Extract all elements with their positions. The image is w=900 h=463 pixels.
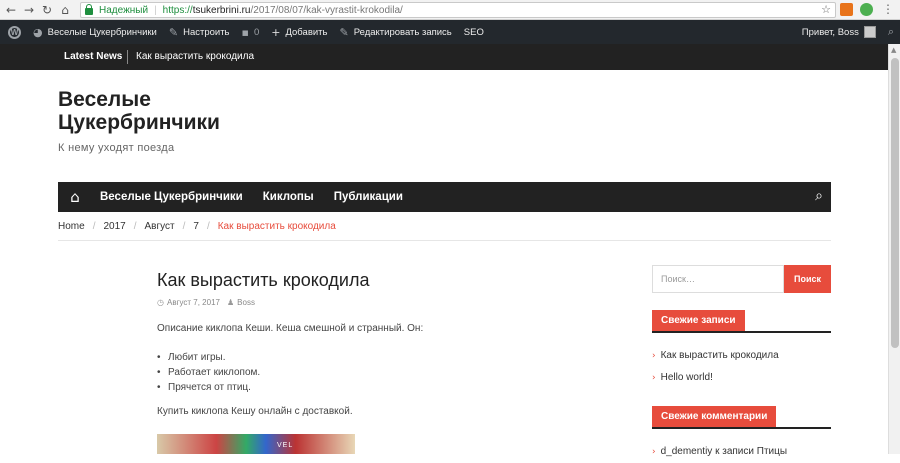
breadcrumb-separator: / [133,221,137,232]
nav-item-cyclopes[interactable]: Киклопы [253,191,324,203]
list-item: Работает киклопом. [157,365,597,380]
url-host: tsukerbrini.ru [192,4,251,16]
widget-title-underline [652,331,831,333]
post-title: Как вырастить крокодила [157,270,370,290]
post-content: Описание киклопа Кеши. Кеша смешной и ст… [157,322,597,433]
list-item[interactable]: › Hello world! [652,367,779,389]
admin-customize[interactable]: ✎ Настроить [163,20,236,44]
post-author[interactable]: Boss [237,298,255,307]
admin-customize-label: Настроить [183,26,230,38]
search-icon[interactable]: ⌕ [815,188,823,204]
dashboard-icon: ◕ [33,25,43,39]
scroll-up-arrow-icon[interactable]: ▲ [891,46,896,54]
breadcrumb-day[interactable]: 7 [193,221,199,232]
admin-site-name-label: Веселые Цукербринчики [47,26,157,38]
list-item[interactable]: › d_dementiy к записи Птицы [652,441,787,463]
breadcrumb-year[interactable]: 2017 [103,221,125,232]
breadcrumb-separator: / [182,221,186,232]
recent-posts-title: Свежие записи [652,310,745,332]
list-item: Прячется от птиц. [157,380,597,395]
browser-toolbar: ← → ↻ ⌂ Надежный | https://tsukerbrini.r… [0,0,900,20]
plus-icon: + [271,25,281,39]
post-paragraph: Описание киклопа Кеши. Кеша смешной и ст… [157,323,424,334]
wordpress-icon: W [8,25,21,39]
post-image-text: VEL [277,442,294,449]
widget-title-underline [652,427,831,429]
url-scheme: https:// [162,4,193,16]
bookmark-star-icon[interactable]: ☆ [821,3,831,16]
browser-menu-icon[interactable]: ⋮ [882,2,894,16]
extension-icon[interactable] [840,3,853,16]
address-separator: | [154,4,157,16]
reload-icon[interactable]: ↻ [38,1,56,19]
post-image: VEL [157,434,355,454]
recent-comment-link[interactable]: d_dementiy к записи Птицы [661,446,787,457]
pencil-icon: ✎ [339,25,349,39]
breadcrumb-divider [58,240,831,241]
news-divider [127,50,128,64]
list-item[interactable]: › Как вырастить крокодила [652,345,779,367]
recent-posts-list: › Как вырастить крокодила › Hello world! [652,345,779,389]
latest-news-bar: Latest News Как вырастить крокодила [0,44,888,70]
chevron-right-icon: › [652,447,656,457]
post-list: Любит игры. Работает киклопом. Прячется … [157,350,597,395]
chevron-right-icon: › [652,373,656,383]
extension-icon[interactable] [860,3,873,16]
site-tagline: К нему уходят поезда [58,142,175,154]
wp-admin-bar: W ◕ Веселые Цукербринчики ✎ Настроить ▪ … [0,20,900,44]
main-navigation: ⌂ Веселые Цукербринчики Киклопы Публикац… [58,182,831,212]
admin-edit-post-label: Редактировать запись [353,26,452,38]
admin-add-new[interactable]: + Добавить [265,20,333,44]
breadcrumb-current: Как вырастить крокодила [217,221,336,232]
nav-item-site[interactable]: Веселые Цукербринчики [90,191,253,203]
post-meta: ◷ Август 7, 2017 ♟ Boss [157,298,255,307]
brush-icon: ✎ [168,25,179,39]
admin-add-new-label: Добавить [285,26,328,38]
admin-search[interactable]: ⌕ [882,20,900,44]
secure-label: Надежный [99,4,149,16]
admin-site-name[interactable]: ◕ Веселые Цукербринчики [27,20,163,44]
breadcrumb: Home / 2017 / Август / 7 / Как вырастить… [58,221,336,232]
home-icon[interactable]: ⌂ [56,1,74,19]
recent-post-link[interactable]: Как вырастить крокодила [661,350,779,361]
admin-edit-post[interactable]: ✎ Редактировать запись [333,20,457,44]
breadcrumb-month[interactable]: Август [145,221,175,232]
admin-account[interactable]: Привет, Boss [796,20,882,44]
home-icon[interactable]: ⌂ [60,182,90,212]
recent-comments-list: › d_dementiy к записи Птицы [652,441,787,463]
back-icon[interactable]: ← [2,1,20,19]
list-item: Любит игры. [157,350,597,365]
lock-icon [85,4,93,15]
recent-comments-title: Свежие комментарии [652,406,777,428]
url-path: /2017/08/07/kak-vyrastit-krokodila/ [250,4,403,16]
latest-news-link[interactable]: Как вырастить крокодила [136,51,254,62]
nav-item-publications[interactable]: Публикации [324,191,413,203]
wp-logo-menu[interactable]: W [0,20,27,44]
clock-icon: ◷ [157,298,164,307]
admin-comments-count: 0 [253,26,260,38]
site-title[interactable]: Веселые Цукербринчики [58,88,258,134]
sidebar-search-input[interactable]: Поиск… [652,265,784,293]
latest-news-label: Latest News [64,51,123,62]
address-bar[interactable]: Надежный | https://tsukerbrini.ru/2017/0… [80,2,836,18]
admin-seo[interactable]: SEO [458,20,490,44]
breadcrumb-separator: / [206,221,210,232]
avatar [863,26,876,38]
post-paragraph: Купить киклопа Кешу онлайн с доставкой. [157,406,353,417]
comment-icon: ▪ [241,25,249,39]
breadcrumb-home[interactable]: Home [58,221,85,232]
admin-comments[interactable]: ▪ 0 [236,20,266,44]
post-date[interactable]: Август 7, 2017 [167,298,220,307]
scroll-thumb[interactable] [891,58,899,348]
admin-greeting: Привет, Boss [801,26,859,38]
search-icon: ⌕ [887,25,894,38]
recent-post-link[interactable]: Hello world! [661,372,713,383]
forward-icon[interactable]: → [20,1,38,19]
breadcrumb-separator: / [92,221,96,232]
page-scrollbar[interactable]: ▲ [888,44,900,454]
admin-seo-label: SEO [463,26,484,38]
user-icon: ♟ [226,298,235,307]
sidebar-search-button[interactable]: Поиск [784,265,831,293]
chevron-right-icon: › [652,351,656,361]
